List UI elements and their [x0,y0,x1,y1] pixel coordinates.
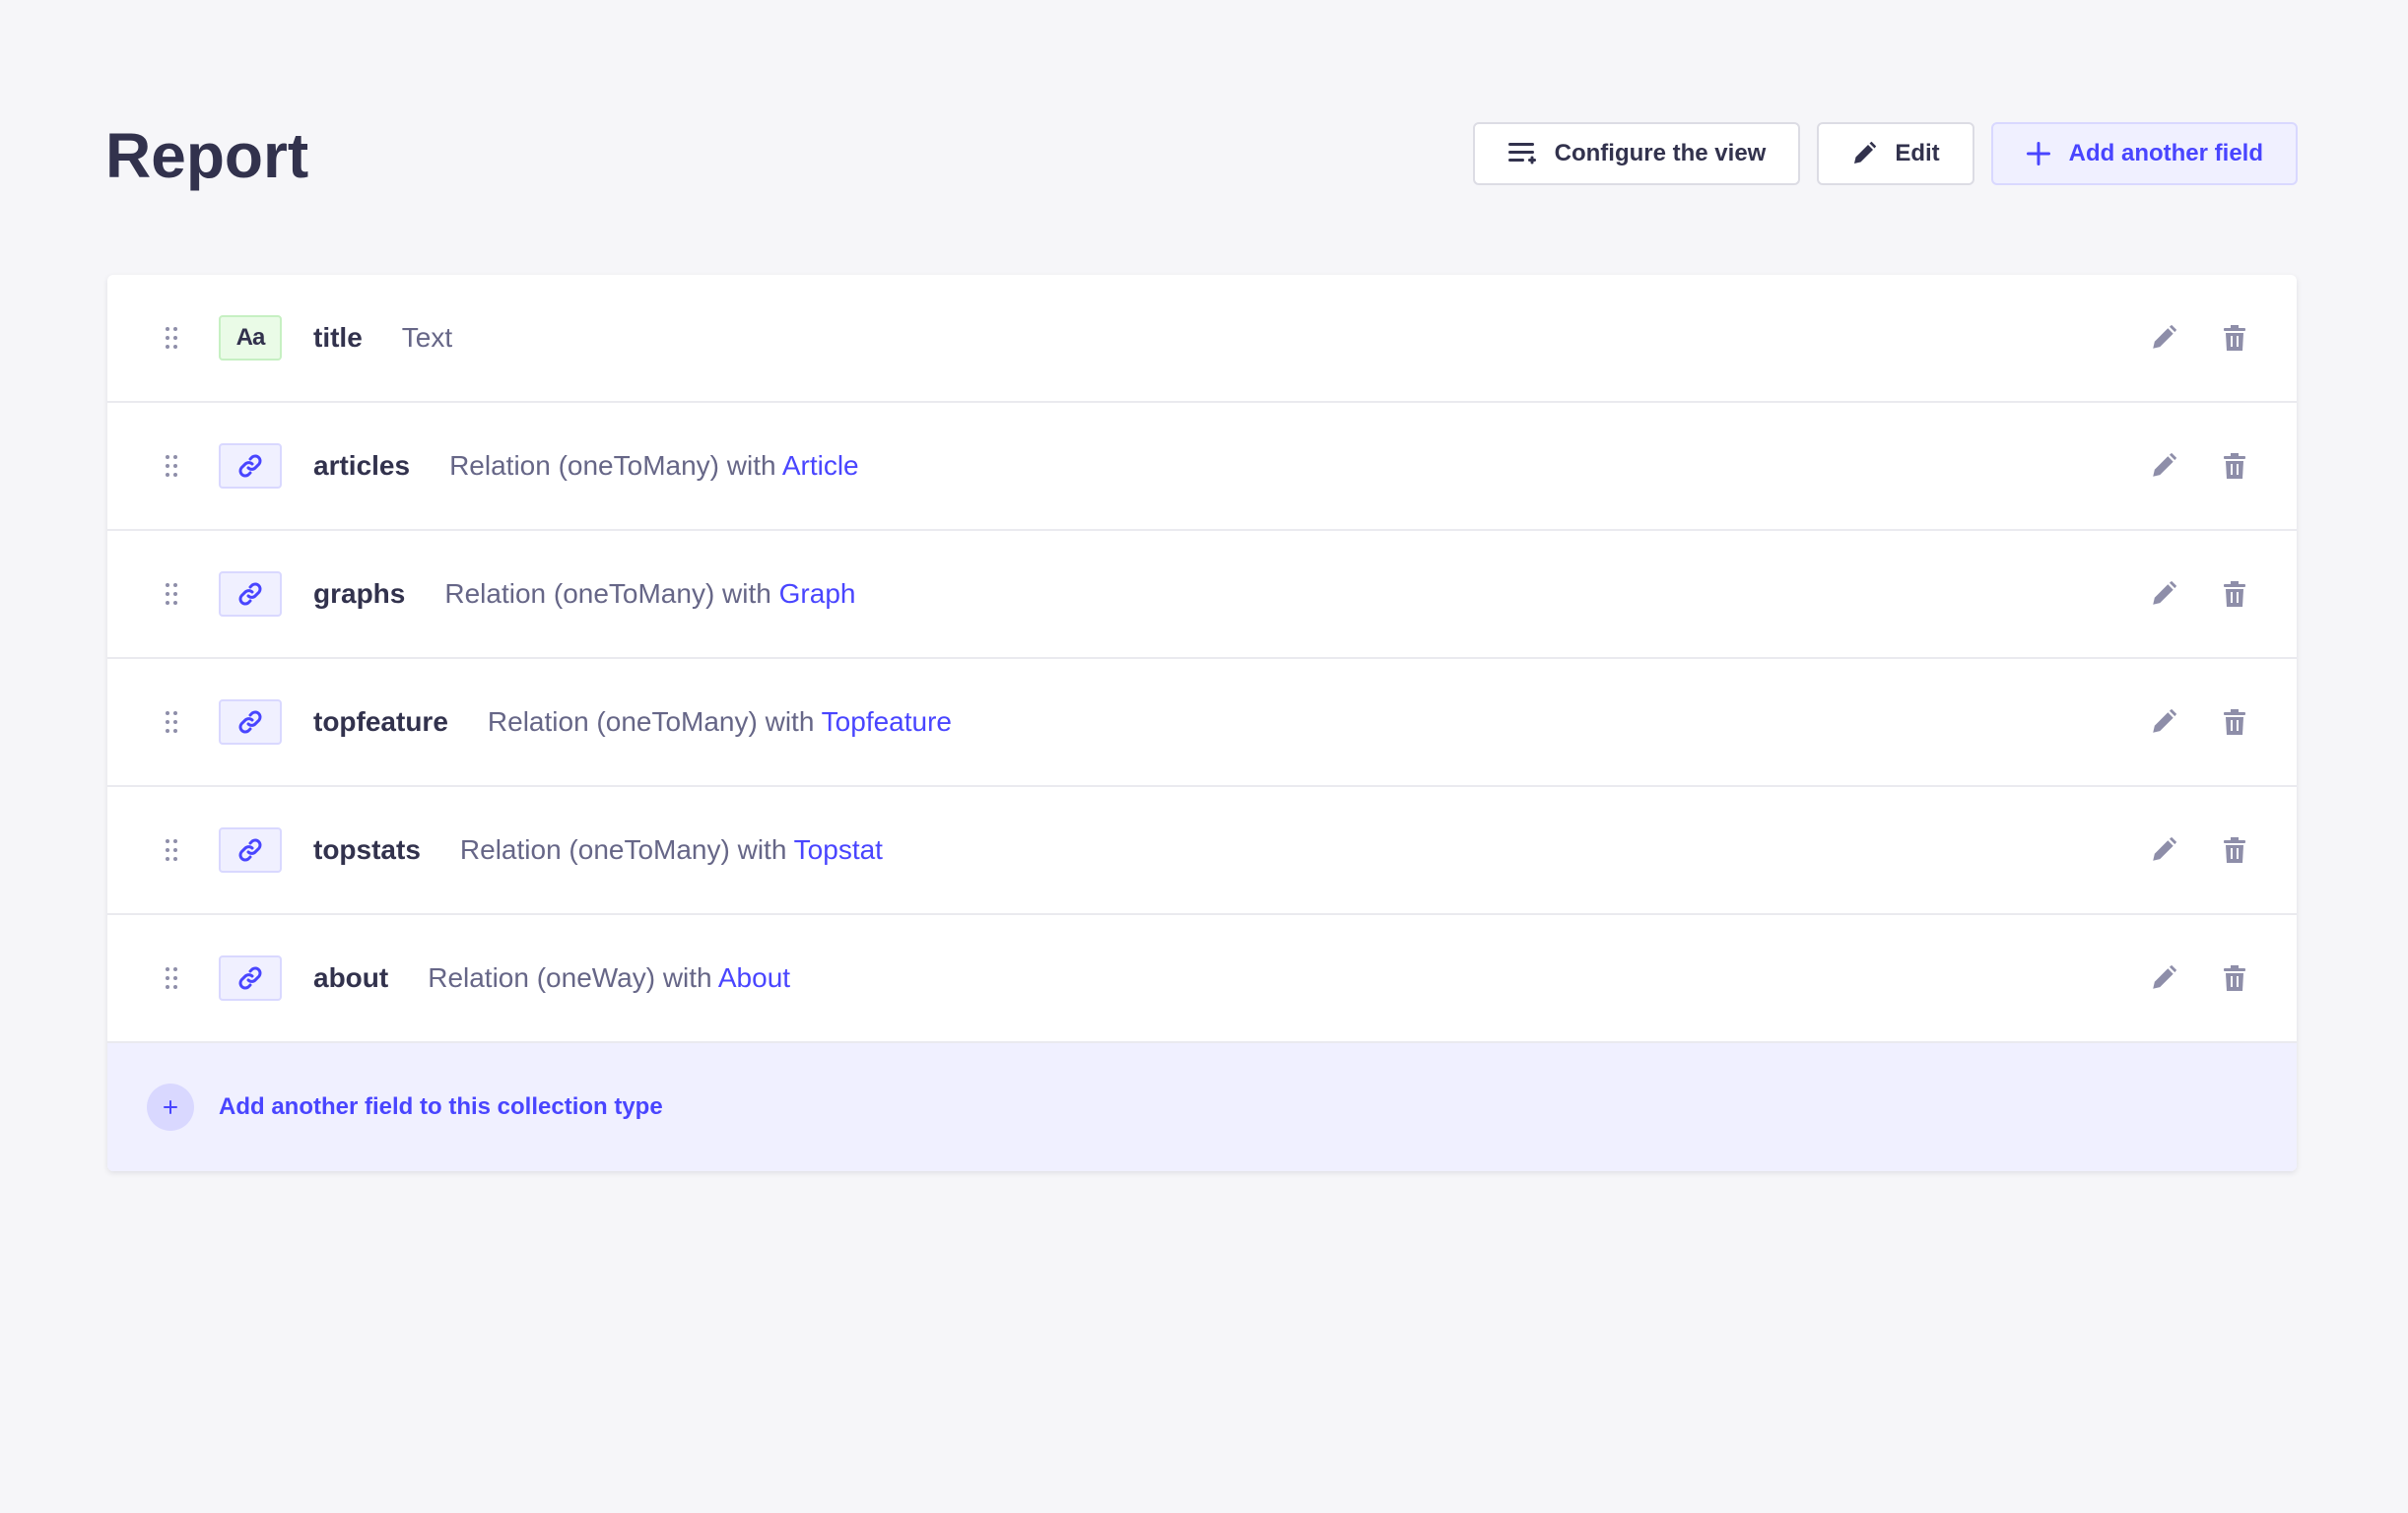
field-row-title[interactable]: Aa title Text [107,275,2297,403]
delete-field-trash-icon[interactable] [2220,579,2249,609]
field-type-text: Relation (oneToMany) with [459,834,794,865]
field-name: topfeature [313,706,448,737]
drag-handle-icon[interactable] [165,838,178,862]
field-info: title Text [313,322,452,354]
pencil-icon [1851,141,1877,166]
page-title: Report [105,120,309,191]
relation-target: Graph [778,578,856,609]
edit-field-pencil-icon[interactable] [2149,323,2178,353]
drag-handle-icon[interactable] [165,710,178,734]
edit-label: Edit [1895,140,1940,166]
field-name: graphs [313,578,406,609]
edit-field-pencil-icon[interactable] [2149,835,2178,865]
delete-field-trash-icon[interactable] [2220,323,2249,353]
content-type-builder-page: Report Configure the view Edit Add anoth… [0,0,2408,1513]
edit-field-pencil-icon[interactable] [2149,963,2178,993]
add-another-field-button[interactable]: Add another field [1990,122,2298,185]
row-actions [2149,323,2249,353]
list-settings-icon [1507,141,1537,166]
field-type-description: Relation (oneToMany) with Topstat [460,834,883,866]
text-type-icon: Aa [219,315,282,361]
edit-field-pencil-icon[interactable] [2149,707,2178,737]
relation-link-icon [219,699,282,745]
field-name: about [313,962,389,993]
field-info: topstats Relation (oneToMany) with Topst… [313,834,883,866]
row-actions [2149,963,2249,993]
field-row-graphs[interactable]: graphs Relation (oneToMany) with Graph [107,531,2297,659]
field-type-text: Text [401,322,453,353]
add-field-to-collection-label: Add another field to this collection typ… [219,1093,663,1120]
field-type-text: Relation (oneToMany) with [444,578,779,609]
drag-handle-icon[interactable] [165,966,178,990]
delete-field-trash-icon[interactable] [2220,707,2249,737]
field-row-topfeature[interactable]: topfeature Relation (oneToMany) with Top… [107,659,2297,787]
fields-list: Aa title Text articles Relation (oneToMa… [107,275,2297,1171]
field-type-description: Relation (oneWay) with About [428,962,790,994]
relation-link-icon [219,955,282,1001]
delete-field-trash-icon[interactable] [2220,451,2249,481]
field-info: graphs Relation (oneToMany) with Graph [313,578,855,610]
relation-link-icon [219,827,282,873]
field-type-description: Relation (oneToMany) with Graph [444,578,855,610]
edit-field-pencil-icon[interactable] [2149,579,2178,609]
field-name: title [313,322,363,353]
plus-circle-icon [147,1084,194,1131]
delete-field-trash-icon[interactable] [2220,835,2249,865]
field-type-description: Text [402,322,452,354]
drag-handle-icon[interactable] [165,582,178,606]
field-name: articles [313,450,411,481]
field-info: about Relation (oneWay) with About [313,962,790,994]
field-row-articles[interactable]: articles Relation (oneToMany) with Artic… [107,403,2297,531]
field-type-description: Relation (oneToMany) with Article [449,450,859,482]
relation-target: About [717,962,791,993]
field-name: topstats [313,834,421,865]
field-info: articles Relation (oneToMany) with Artic… [313,450,859,482]
relation-target: Topstat [793,834,883,865]
field-info: topfeature Relation (oneToMany) with Top… [313,706,952,738]
relation-target: Topfeature [821,706,952,737]
plus-icon [2026,141,2051,166]
field-type-text: Relation (oneWay) with [428,962,718,993]
field-row-about[interactable]: about Relation (oneWay) with About [107,915,2297,1043]
row-actions [2149,451,2249,481]
field-type-description: Relation (oneToMany) with Topfeature [488,706,952,738]
row-actions [2149,579,2249,609]
add-field-to-collection-button[interactable]: Add another field to this collection typ… [107,1043,2297,1171]
row-actions [2149,707,2249,737]
configure-view-button[interactable]: Configure the view [1472,122,1801,185]
drag-handle-icon[interactable] [165,326,178,350]
relation-link-icon [219,443,282,489]
row-actions [2149,835,2249,865]
field-type-text: Relation (oneToMany) with [449,450,782,481]
relation-link-icon [219,571,282,617]
delete-field-trash-icon[interactable] [2220,963,2249,993]
edit-field-pencil-icon[interactable] [2149,451,2178,481]
drag-handle-icon[interactable] [165,454,178,478]
text-type-label: Aa [235,324,266,351]
relation-target: Article [781,450,859,481]
field-type-text: Relation (oneToMany) with [487,706,822,737]
field-row-topstats[interactable]: topstats Relation (oneToMany) with Topst… [107,787,2297,915]
configure-view-label: Configure the view [1554,140,1767,166]
header-actions: Configure the view Edit Add another fiel… [1472,122,2298,185]
edit-button[interactable]: Edit [1817,122,1974,185]
add-another-field-label: Add another field [2068,140,2263,166]
